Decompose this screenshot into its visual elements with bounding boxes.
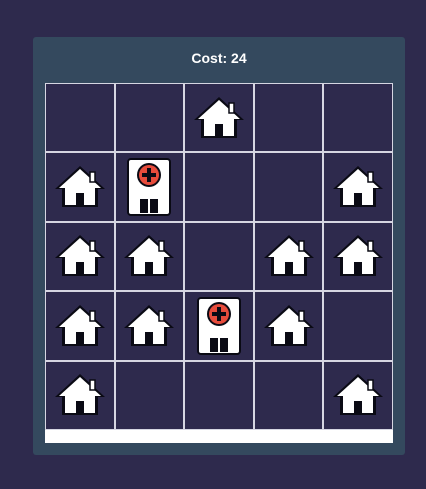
grid-cell-r4-c4[interactable]: [254, 292, 323, 360]
grid-cell-r3-c1[interactable]: [46, 222, 114, 291]
house-icon: [331, 163, 385, 211]
hospital-icon: [126, 157, 172, 217]
grid-cell-r1-c4[interactable]: [254, 84, 323, 152]
grid-cell-r5-c2[interactable]: [115, 361, 184, 429]
grid-cell-r2-c5[interactable]: [324, 153, 392, 221]
game-panel: Cost: 24: [33, 37, 405, 455]
grid-cell-r3-c3[interactable]: [185, 222, 253, 291]
house-icon: [192, 94, 246, 142]
house-icon: [262, 302, 316, 350]
game-board: [45, 83, 393, 443]
house-icon: [53, 302, 107, 350]
house-icon: [53, 232, 107, 280]
grid-cell-r2-c3[interactable]: [185, 153, 253, 221]
grid-cell-r5-c3[interactable]: [185, 361, 253, 429]
house-icon: [53, 163, 107, 211]
grid-cell-r1-c3[interactable]: [185, 84, 253, 152]
grid-cell-r4-c3[interactable]: [185, 292, 253, 360]
grid-cell-r3-c5[interactable]: [324, 222, 392, 291]
grid-cell-r4-c2[interactable]: [115, 292, 184, 360]
grid-cell-r1-c1[interactable]: [46, 84, 114, 152]
house-icon: [53, 371, 107, 419]
grid-cell-r2-c1[interactable]: [46, 153, 114, 221]
grid-cell-r3-c2[interactable]: [115, 222, 184, 291]
grid-cell-r4-c5[interactable]: [324, 292, 392, 360]
grid-cell-r2-c2[interactable]: [115, 153, 184, 221]
house-icon: [331, 371, 385, 419]
house-icon: [122, 232, 176, 280]
grid: [45, 83, 393, 430]
house-icon: [262, 232, 316, 280]
hospital-icon: [196, 296, 242, 356]
house-icon: [331, 232, 385, 280]
grid-cell-r2-c4[interactable]: [254, 153, 323, 221]
grid-cell-r3-c4[interactable]: [254, 222, 323, 291]
house-icon: [122, 302, 176, 350]
grid-cell-r5-c4[interactable]: [254, 361, 323, 429]
grid-cell-r5-c1[interactable]: [46, 361, 114, 429]
grid-cell-r1-c5[interactable]: [324, 84, 392, 152]
grid-cell-r4-c1[interactable]: [46, 292, 114, 360]
grid-cell-r5-c5[interactable]: [324, 361, 392, 429]
grid-cell-r1-c2[interactable]: [115, 84, 184, 152]
cost-display: Cost: 24: [191, 50, 247, 66]
